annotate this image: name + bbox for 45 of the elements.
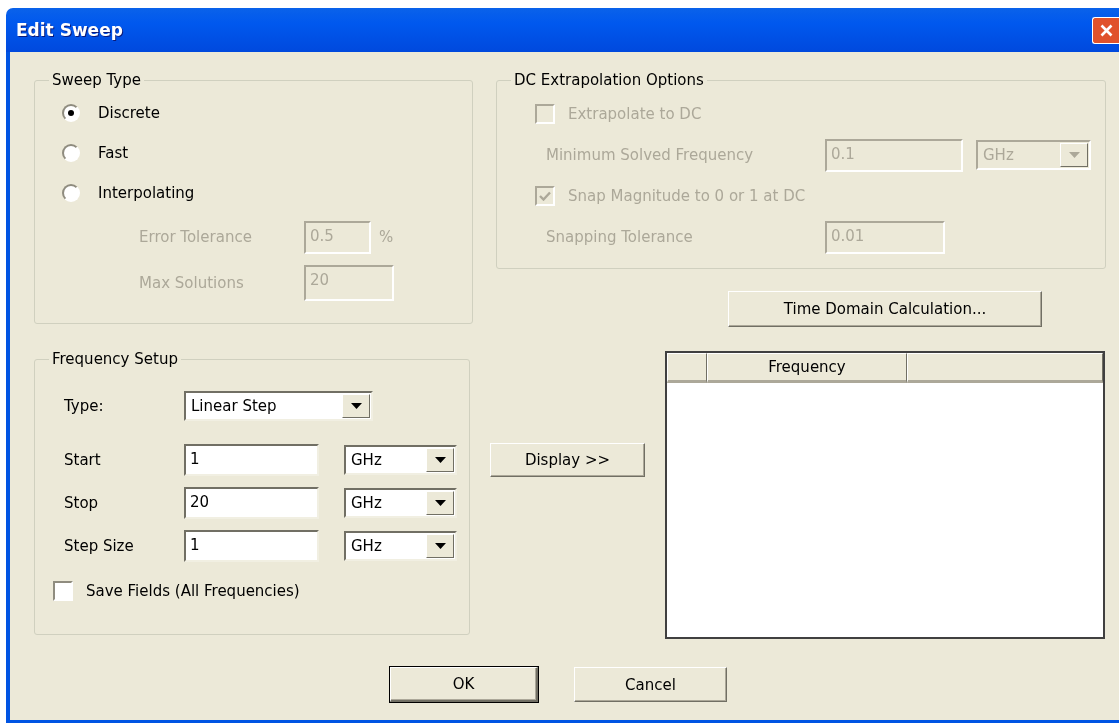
text-field[interactable]: 1 bbox=[184, 530, 319, 562]
group-title: DC Extrapolation Options bbox=[513, 70, 705, 90]
column-header[interactable] bbox=[667, 353, 707, 383]
cancel-button[interactable]: Cancel bbox=[574, 667, 727, 702]
time-domain-button[interactable]: Time Domain Calculation... bbox=[728, 291, 1042, 327]
unit-label: % bbox=[379, 228, 394, 246]
option-label: Discrete bbox=[98, 104, 160, 122]
column-header[interactable] bbox=[907, 353, 1103, 383]
checkbox[interactable] bbox=[53, 581, 73, 601]
close-icon bbox=[1099, 23, 1113, 37]
group-title: Sweep Type bbox=[51, 70, 142, 90]
caret-icon bbox=[434, 543, 446, 549]
checkbox-label: Save Fields (All Frequencies) bbox=[86, 582, 300, 600]
field-label: Minimum Solved Frequency bbox=[546, 146, 755, 164]
dropdown[interactable]: GHz bbox=[344, 445, 457, 475]
caret-icon bbox=[350, 403, 362, 409]
field-label: Type: bbox=[64, 397, 105, 415]
option-label: Fast bbox=[98, 144, 129, 162]
field-label: Stop bbox=[64, 494, 100, 512]
field-label: Error Tolerance bbox=[139, 228, 253, 246]
checkmark-icon bbox=[539, 191, 551, 201]
option-label: Interpolating bbox=[98, 184, 195, 202]
field-label: Snapping Tolerance bbox=[546, 228, 694, 246]
dropdown[interactable]: Linear Step bbox=[184, 391, 373, 421]
field-label: Max Solutions bbox=[139, 274, 245, 292]
field-label: Start bbox=[64, 451, 102, 469]
text-field[interactable]: 20 bbox=[184, 487, 319, 519]
group-title: Frequency Setup bbox=[51, 349, 179, 369]
close-button[interactable] bbox=[1092, 16, 1119, 44]
ok-button[interactable]: OK bbox=[390, 667, 538, 702]
window-title: Edit Sweep bbox=[15, 20, 123, 40]
caret-icon bbox=[434, 500, 446, 506]
radio-button[interactable] bbox=[62, 104, 80, 122]
checkbox-label: Snap Magnitude to 0 or 1 at DC bbox=[568, 187, 806, 205]
caret-icon bbox=[1068, 152, 1080, 158]
text-field[interactable]: 1 bbox=[184, 444, 319, 476]
radio-button[interactable] bbox=[62, 184, 80, 202]
checkbox-label: Extrapolate to DC bbox=[568, 105, 702, 123]
field-label: Step Size bbox=[64, 537, 135, 555]
display-button[interactable]: Display >> bbox=[490, 443, 645, 477]
dropdown[interactable]: GHz bbox=[344, 488, 457, 518]
column-header[interactable]: Frequency bbox=[707, 353, 907, 383]
radio-button[interactable] bbox=[62, 144, 80, 162]
caret-icon bbox=[434, 457, 446, 463]
dropdown[interactable]: GHz bbox=[344, 531, 457, 561]
